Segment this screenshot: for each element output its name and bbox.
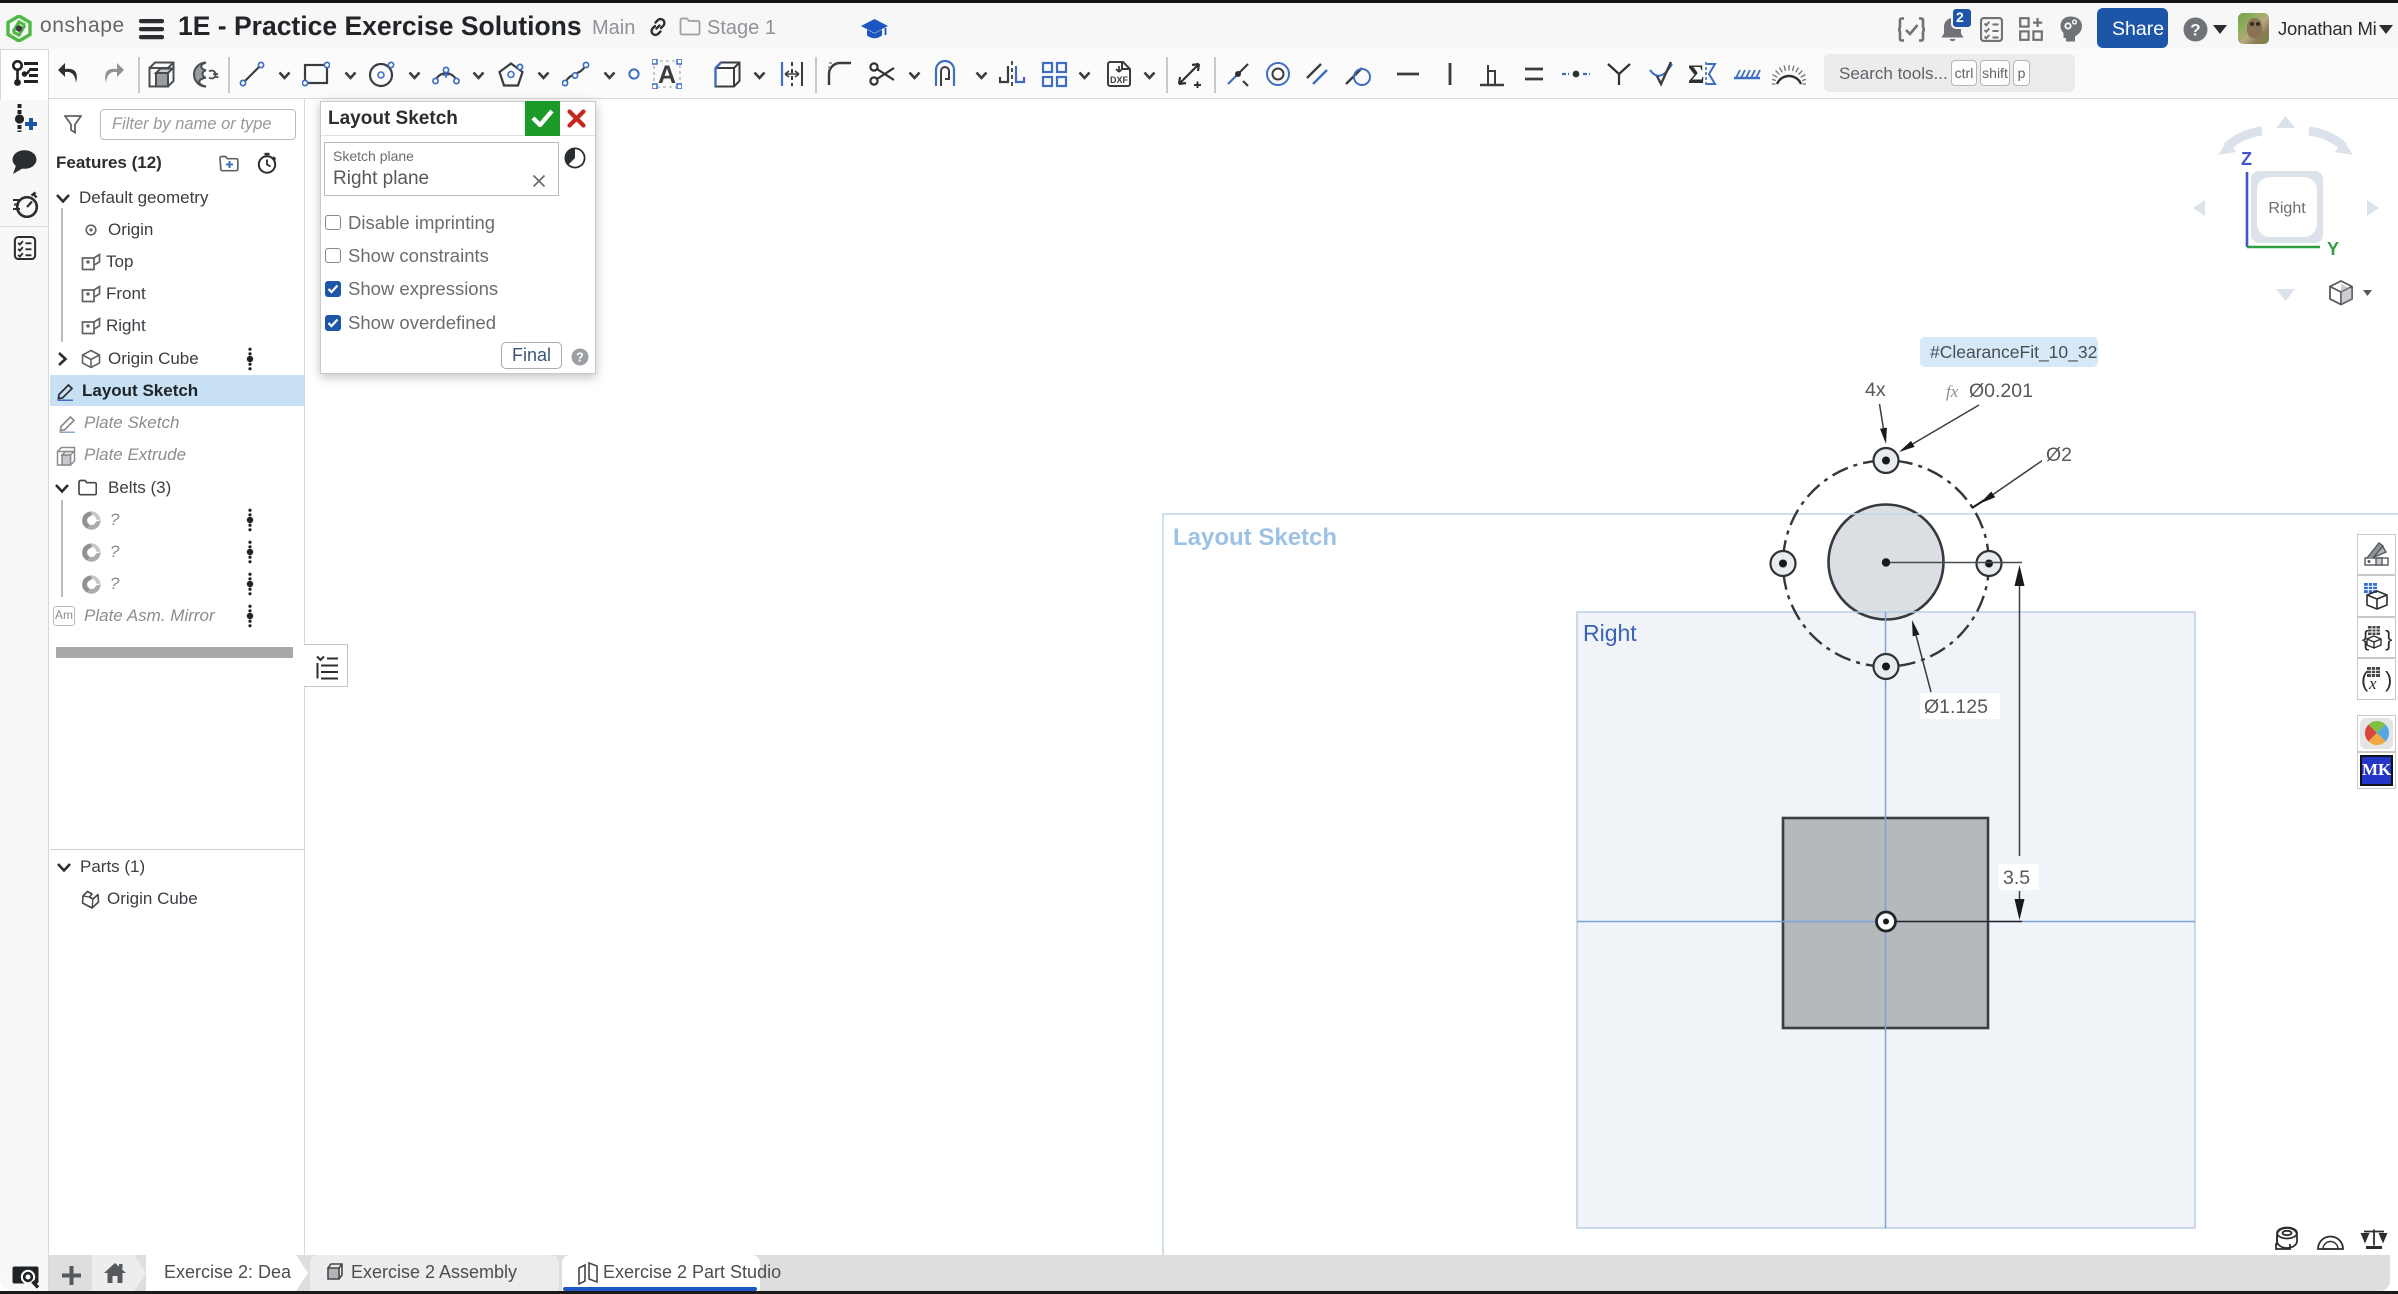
svg-text:}: } bbox=[2385, 626, 2392, 651]
svg-text:#ClearanceFit_10_32: #ClearanceFit_10_32 bbox=[1930, 342, 2097, 363]
svg-text:Ø1.125: Ø1.125 bbox=[1924, 696, 1988, 718]
svg-text:Right: Right bbox=[1583, 620, 1637, 646]
svg-text:Ø2: Ø2 bbox=[2046, 444, 2072, 466]
svg-text:Z: Z bbox=[2241, 149, 2252, 169]
svg-text:fx: fx bbox=[1946, 382, 1959, 401]
svg-text:x: x bbox=[2368, 674, 2377, 693]
svg-text:Ø0.201: Ø0.201 bbox=[1969, 380, 2033, 402]
svg-text:Right: Right bbox=[2268, 200, 2306, 217]
svg-text:Y: Y bbox=[2327, 239, 2339, 259]
svg-text:3.5: 3.5 bbox=[2003, 867, 2030, 889]
svg-text:): ) bbox=[2385, 667, 2392, 692]
svg-text:4x: 4x bbox=[1865, 379, 1886, 401]
svg-text:Layout Sketch: Layout Sketch bbox=[1173, 524, 1337, 551]
